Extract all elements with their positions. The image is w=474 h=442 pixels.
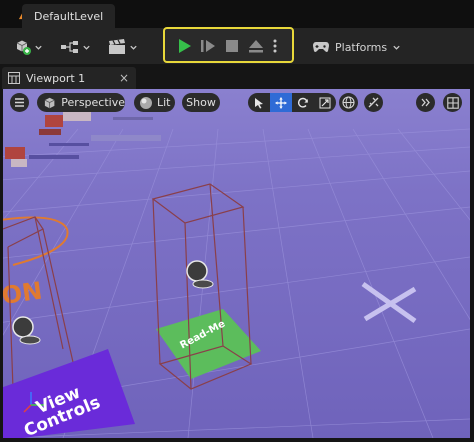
rotate-icon [297, 97, 308, 108]
cube-icon [44, 97, 55, 108]
cinematics-button[interactable] [107, 37, 138, 57]
surface-snap-icon [368, 97, 379, 108]
surface-snapping-button[interactable] [364, 93, 383, 112]
platforms-label: Platforms [335, 40, 388, 54]
chevron-down-icon [83, 45, 90, 50]
more-tools-button[interactable] [416, 93, 435, 112]
close-icon[interactable]: × [119, 71, 129, 85]
stop-icon[interactable] [223, 37, 241, 55]
level-tab[interactable]: DefaultLevel [22, 4, 116, 28]
chevron-down-icon [130, 45, 137, 50]
clapperboard-icon [109, 39, 125, 54]
scale-icon [319, 97, 331, 108]
layout-button[interactable] [443, 93, 462, 112]
double-chevron-right-icon [421, 98, 430, 107]
lit-button[interactable]: Lit [134, 93, 175, 112]
viewport-tab-label: Viewport 1 [26, 71, 86, 85]
viewport-toolbar: Perspective Lit Show [3, 89, 470, 117]
show-button[interactable]: Show [182, 93, 220, 112]
world-local-button[interactable] [339, 93, 358, 112]
tab-viewport-1[interactable]: Viewport 1 × [2, 67, 136, 89]
lit-label: Lit [157, 96, 171, 109]
platforms-button[interactable]: Platforms [312, 37, 401, 57]
viewport-icon [8, 72, 20, 84]
level-viewport[interactable]: ON Read-Me View Controls Perspective Lit… [3, 89, 470, 438]
advance-frame-icon[interactable] [199, 37, 217, 55]
chevron-down-icon [35, 45, 42, 50]
select-tool[interactable] [248, 93, 270, 112]
show-label: Show [186, 96, 216, 109]
scale-tool[interactable] [314, 93, 336, 112]
viewport-menu-button[interactable] [10, 93, 29, 112]
cursor-icon [255, 97, 263, 108]
add-actor-button[interactable] [14, 37, 43, 57]
move-arrows-icon [275, 97, 287, 108]
blueprint-icon [61, 41, 78, 53]
hamburger-icon [15, 98, 24, 107]
gamepad-icon [313, 42, 329, 52]
title-bar: DefaultLevel [0, 0, 474, 28]
globe-icon [342, 96, 355, 109]
level-name: DefaultLevel [34, 9, 104, 23]
rotate-tool[interactable] [292, 93, 314, 112]
add-cube-icon [16, 40, 31, 55]
play-controls-group [163, 27, 294, 63]
blueprint-button[interactable] [60, 37, 91, 57]
perspective-label: Perspective [61, 96, 125, 109]
play-icon[interactable] [175, 37, 193, 55]
layout-grid-icon [446, 96, 459, 109]
translate-tool[interactable] [270, 93, 292, 112]
more-options-icon[interactable] [270, 37, 280, 55]
viewport-tab-row: Viewport 1 × [0, 64, 474, 89]
transform-tools [248, 93, 336, 112]
lit-sphere-icon [140, 96, 152, 109]
eject-icon[interactable] [247, 37, 265, 55]
chevron-down-icon [393, 45, 400, 50]
perspective-button[interactable]: Perspective [37, 93, 125, 112]
